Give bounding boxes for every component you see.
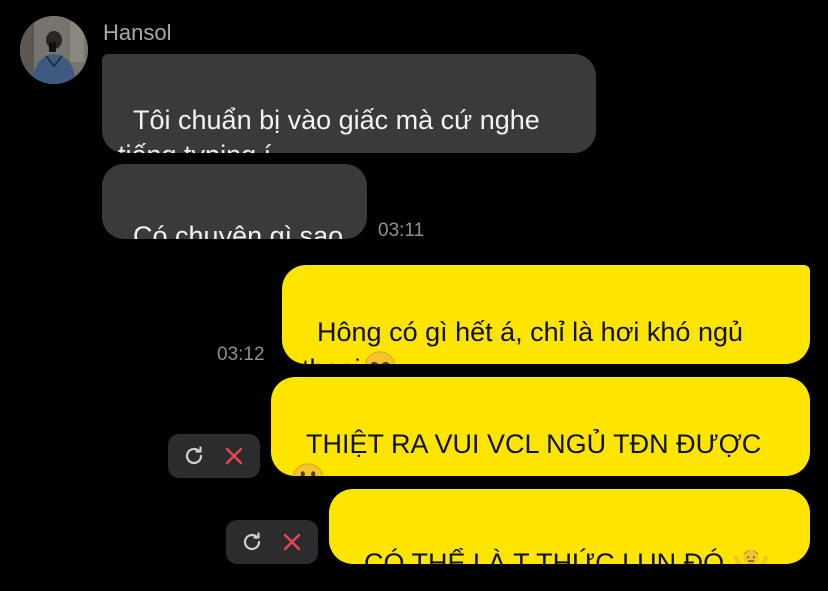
sender-name: Hansol — [103, 20, 172, 45]
message-timestamp: 03:12 — [217, 344, 265, 365]
message-timestamp: 03:11 — [378, 220, 425, 241]
incoming-message[interactable]: Tôi chuẩn bị vào giấc mà cứ nghe tiếng t… — [102, 54, 596, 153]
avatar-photo — [20, 16, 88, 84]
message-text: Có chuyện gì sao — [133, 221, 344, 239]
smiling-face-icon — [364, 351, 395, 364]
incoming-message[interactable]: Có chuyện gì sao — [102, 164, 367, 239]
sender-avatar[interactable] — [20, 16, 88, 84]
outgoing-message[interactable]: THIỆT RA VUI VCL NGỦ TĐN ĐƯỢC — [271, 377, 810, 476]
outgoing-message[interactable]: CÓ THỂ LÀ T THỨC LUN ĐÓ — [329, 489, 810, 564]
delete-message-icon[interactable] — [216, 438, 252, 474]
outgoing-message[interactable]: Hông có gì hết á, chỉ là hơi khó ngủ tho… — [282, 265, 810, 364]
failed-message-actions — [168, 434, 260, 478]
person-shrugging-icon — [733, 549, 768, 564]
retry-send-icon[interactable] — [234, 524, 270, 560]
message-text: CÓ THỂ LÀ T THỨC LUN ĐÓ — [364, 548, 732, 564]
delete-message-icon[interactable] — [274, 524, 310, 560]
grinning-face-icon — [292, 463, 324, 476]
retry-send-icon[interactable] — [176, 438, 212, 474]
failed-message-actions — [226, 520, 318, 564]
message-text: Tôi chuẩn bị vào giấc mà cứ nghe tiếng t… — [118, 105, 540, 153]
message-text: THIỆT RA VUI VCL NGỦ TĐN ĐƯỢC — [306, 429, 762, 459]
